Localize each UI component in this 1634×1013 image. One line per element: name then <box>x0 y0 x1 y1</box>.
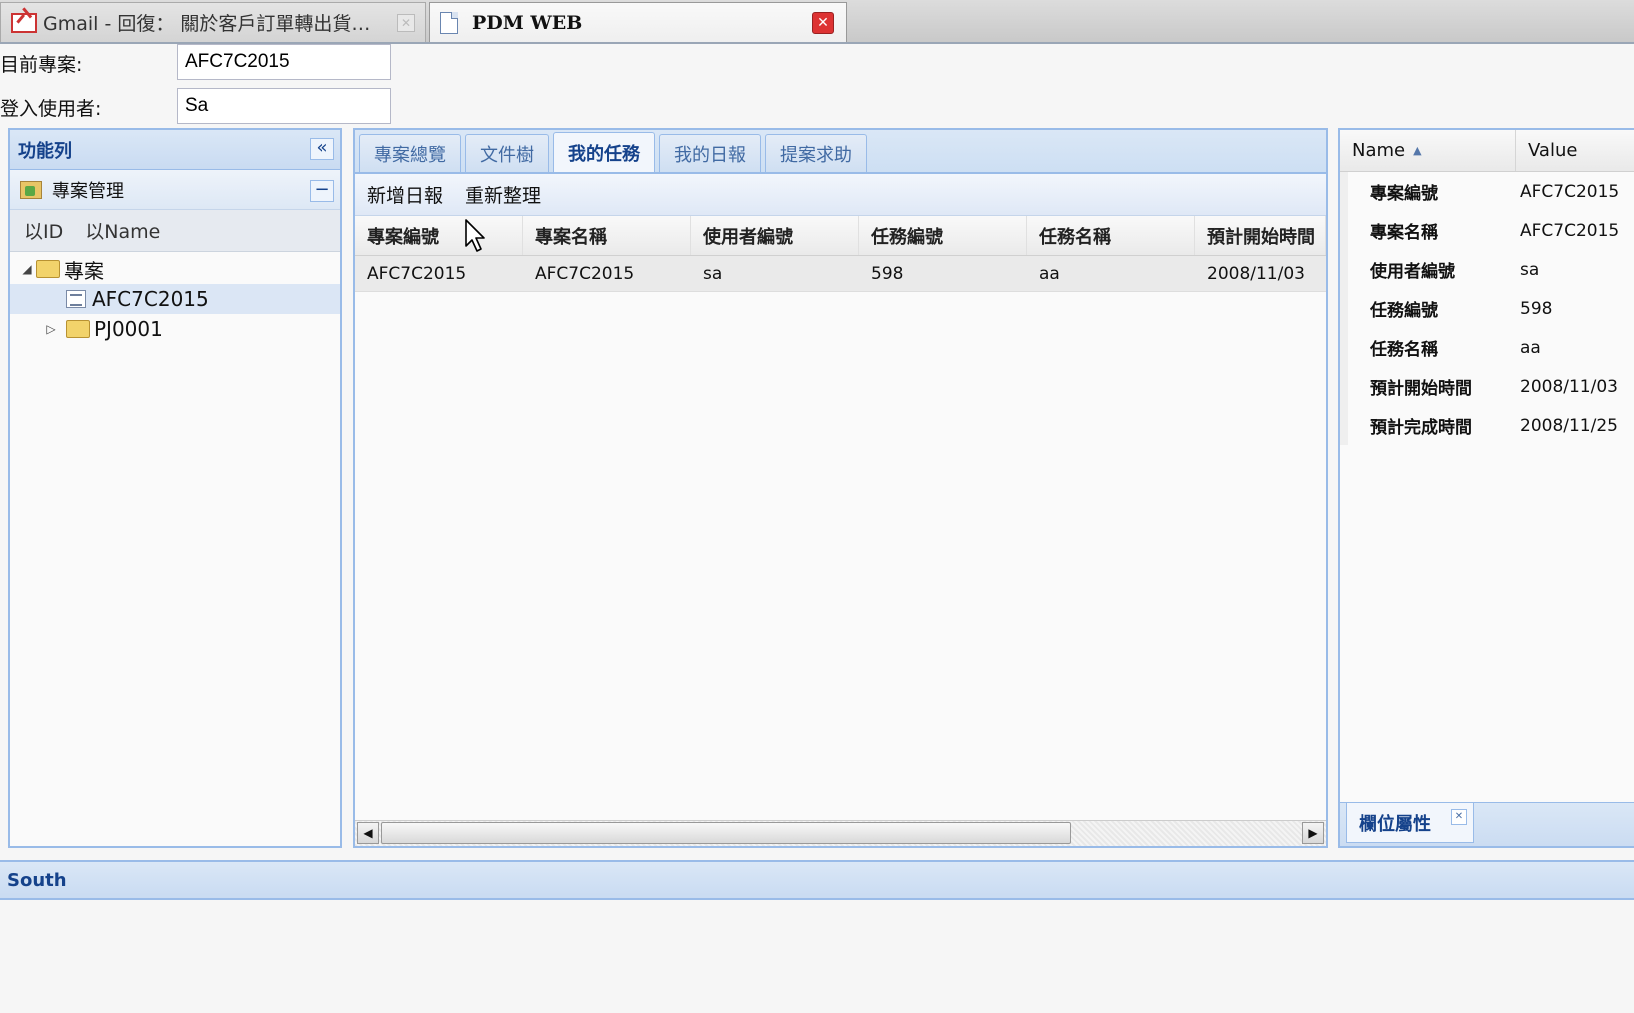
project-label: 目前專案: <box>0 54 83 76</box>
property-name: 使用者編號 <box>1340 250 1516 289</box>
collapsed-arrow-icon[interactable]: ▷ <box>44 322 58 336</box>
property-name: 專案編號 <box>1340 172 1516 211</box>
page-icon <box>66 290 86 308</box>
tab-project-overview[interactable]: 專案總覽 <box>359 134 461 172</box>
horizontal-scrollbar[interactable]: ◀ ▶ <box>355 820 1326 846</box>
scrollbar-thumb[interactable] <box>381 822 1071 844</box>
user-label: 登入使用者: <box>0 98 102 120</box>
name-header-label: Name <box>1352 140 1406 161</box>
project-field[interactable] <box>177 44 391 80</box>
table-row[interactable]: AFC7C2015 AFC7C2015 sa 598 aa 2008/11/03 <box>355 256 1326 292</box>
project-tree: ◢ 專案 AFC7C2015 ▷ PJ0001 <box>10 252 340 344</box>
table-cell: AFC7C2015 <box>535 263 635 284</box>
tab-ask-for-help[interactable]: 提案求助 <box>765 134 867 172</box>
column-header[interactable]: 專案編號 <box>355 216 523 255</box>
mouse-cursor-icon <box>465 219 485 252</box>
property-value: 598 <box>1520 298 1553 319</box>
property-row[interactable]: 使用者編號 sa <box>1340 250 1634 289</box>
close-icon[interactable]: ✕ <box>1451 809 1467 825</box>
scroll-left-icon[interactable]: ◀ <box>357 822 379 844</box>
property-value: 2008/11/03 <box>1520 376 1618 397</box>
collapse-section-button[interactable]: − <box>310 180 334 202</box>
column-header[interactable]: 預計開始時間 <box>1195 216 1326 255</box>
scroll-right-icon[interactable]: ▶ <box>1302 822 1324 844</box>
sidebar-title: 功能列 <box>18 140 72 162</box>
tree-node-pj0001[interactable]: ▷ PJ0001 <box>10 314 340 344</box>
property-name: 預計開始時間 <box>1340 367 1516 406</box>
property-name: 預計完成時間 <box>1340 406 1516 445</box>
property-row[interactable]: 專案名稱 AFC7C2015 <box>1340 211 1634 250</box>
tree-node-label: AFC7C2015 <box>92 287 209 311</box>
collapse-sidebar-button[interactable]: « <box>310 138 334 160</box>
tree-node-root[interactable]: ◢ 專案 <box>10 254 340 284</box>
add-daily-report-button[interactable]: 新增日報 <box>367 181 443 208</box>
browser-tab-label: Gmail - 回復： 關於客戶訂單轉出貨… <box>43 13 371 35</box>
column-header[interactable]: 專案名稱 <box>523 216 691 255</box>
search-by-id[interactable]: 以ID <box>24 217 63 244</box>
property-row[interactable]: 任務名稱 aa <box>1340 328 1634 367</box>
folder-icon <box>66 320 90 338</box>
browser-tab-gmail[interactable]: Gmail - 回復： 關於客戶訂單轉出貨… ✕ <box>0 2 426 42</box>
browser-tab-label: PDM WEB <box>472 11 583 34</box>
property-value: AFC7C2015 <box>1520 220 1620 241</box>
property-panel: Name ▲ Value 專案編號 AFC7C2015 專案名稱 AFC7C20… <box>1338 128 1634 848</box>
tab-field-properties[interactable]: 欄位屬性 ✕ <box>1346 803 1474 843</box>
property-row[interactable]: 任務編號 598 <box>1340 289 1634 328</box>
property-row[interactable]: 預計開始時間 2008/11/03 <box>1340 367 1634 406</box>
search-mode-bar: 以ID 以Name <box>10 210 340 252</box>
table-cell: AFC7C2015 <box>367 263 467 284</box>
task-toolbar: 新增日報 重新整理 <box>355 174 1326 216</box>
main-panel: 專案總覽 文件樹 我的任務 我的日報 提案求助 新增日報 重新整理 專案編號 專… <box>353 128 1328 848</box>
close-tab-button[interactable]: ✕ <box>812 11 834 34</box>
value-column-header[interactable]: Value <box>1516 130 1577 171</box>
user-field[interactable] <box>177 88 391 124</box>
document-icon <box>440 11 458 34</box>
property-value: AFC7C2015 <box>1520 181 1620 202</box>
search-by-name[interactable]: 以Name <box>85 217 160 244</box>
tab-label: 欄位屬性 <box>1359 813 1431 835</box>
expanded-arrow-icon[interactable]: ◢ <box>20 262 34 276</box>
property-row[interactable]: 專案編號 AFC7C2015 <box>1340 172 1634 211</box>
browser-tab-strip: Gmail - 回復： 關於客戶訂單轉出貨… ✕ PDM WEB ✕ <box>0 0 1634 44</box>
south-title: South <box>7 870 67 891</box>
table-cell: 598 <box>871 263 904 284</box>
property-name: 任務編號 <box>1340 289 1516 328</box>
project-folder-icon <box>20 180 42 199</box>
section-label: 專案管理 <box>52 180 124 202</box>
tree-node-afc7c2015[interactable]: AFC7C2015 <box>10 284 340 314</box>
project-management-section[interactable]: 專案管理 <box>10 170 340 210</box>
tab-my-daily-reports[interactable]: 我的日報 <box>659 134 761 172</box>
tab-document-tree[interactable]: 文件樹 <box>465 134 549 172</box>
refresh-button[interactable]: 重新整理 <box>465 181 541 208</box>
table-cell: 2008/11/03 <box>1207 263 1305 284</box>
task-grid-header: 專案編號 專案名稱 使用者編號 任務編號 任務名稱 預計開始時間 <box>355 216 1326 256</box>
browser-tab-pdm[interactable]: PDM WEB ✕ <box>429 2 847 42</box>
property-value: aa <box>1520 337 1541 358</box>
name-column-header[interactable]: Name ▲ <box>1340 130 1516 171</box>
main-tab-bar: 專案總覽 文件樹 我的任務 我的日報 提案求助 <box>355 130 1326 174</box>
sidebar-panel: 功能列 « 專案管理 − 以ID 以Name ◢ 專案 AFC7C2015 ▷ … <box>8 128 342 848</box>
tree-node-label: PJ0001 <box>94 317 163 341</box>
table-cell: aa <box>1039 263 1060 284</box>
gmail-icon <box>11 12 37 33</box>
property-value: 2008/11/25 <box>1520 415 1618 436</box>
column-header[interactable]: 任務名稱 <box>1027 216 1195 255</box>
tree-node-label: 專案 <box>64 258 104 283</box>
property-name: 專案名稱 <box>1340 211 1516 250</box>
property-grid-header: Name ▲ Value <box>1340 130 1634 172</box>
property-name: 任務名稱 <box>1340 328 1516 367</box>
tab-my-tasks[interactable]: 我的任務 <box>553 132 655 172</box>
property-footer: 欄位屬性 ✕ <box>1340 802 1634 846</box>
table-cell: sa <box>703 263 723 284</box>
sidebar-header: 功能列 <box>10 130 340 170</box>
column-header[interactable]: 任務編號 <box>859 216 1027 255</box>
sort-ascending-icon: ▲ <box>1413 144 1422 157</box>
folder-open-icon <box>36 260 60 278</box>
close-icon[interactable]: ✕ <box>397 13 415 32</box>
column-header[interactable]: 使用者編號 <box>691 216 859 255</box>
property-row[interactable]: 預計完成時間 2008/11/25 <box>1340 406 1634 445</box>
south-panel-header[interactable]: South <box>0 860 1634 900</box>
property-value: sa <box>1520 259 1540 280</box>
